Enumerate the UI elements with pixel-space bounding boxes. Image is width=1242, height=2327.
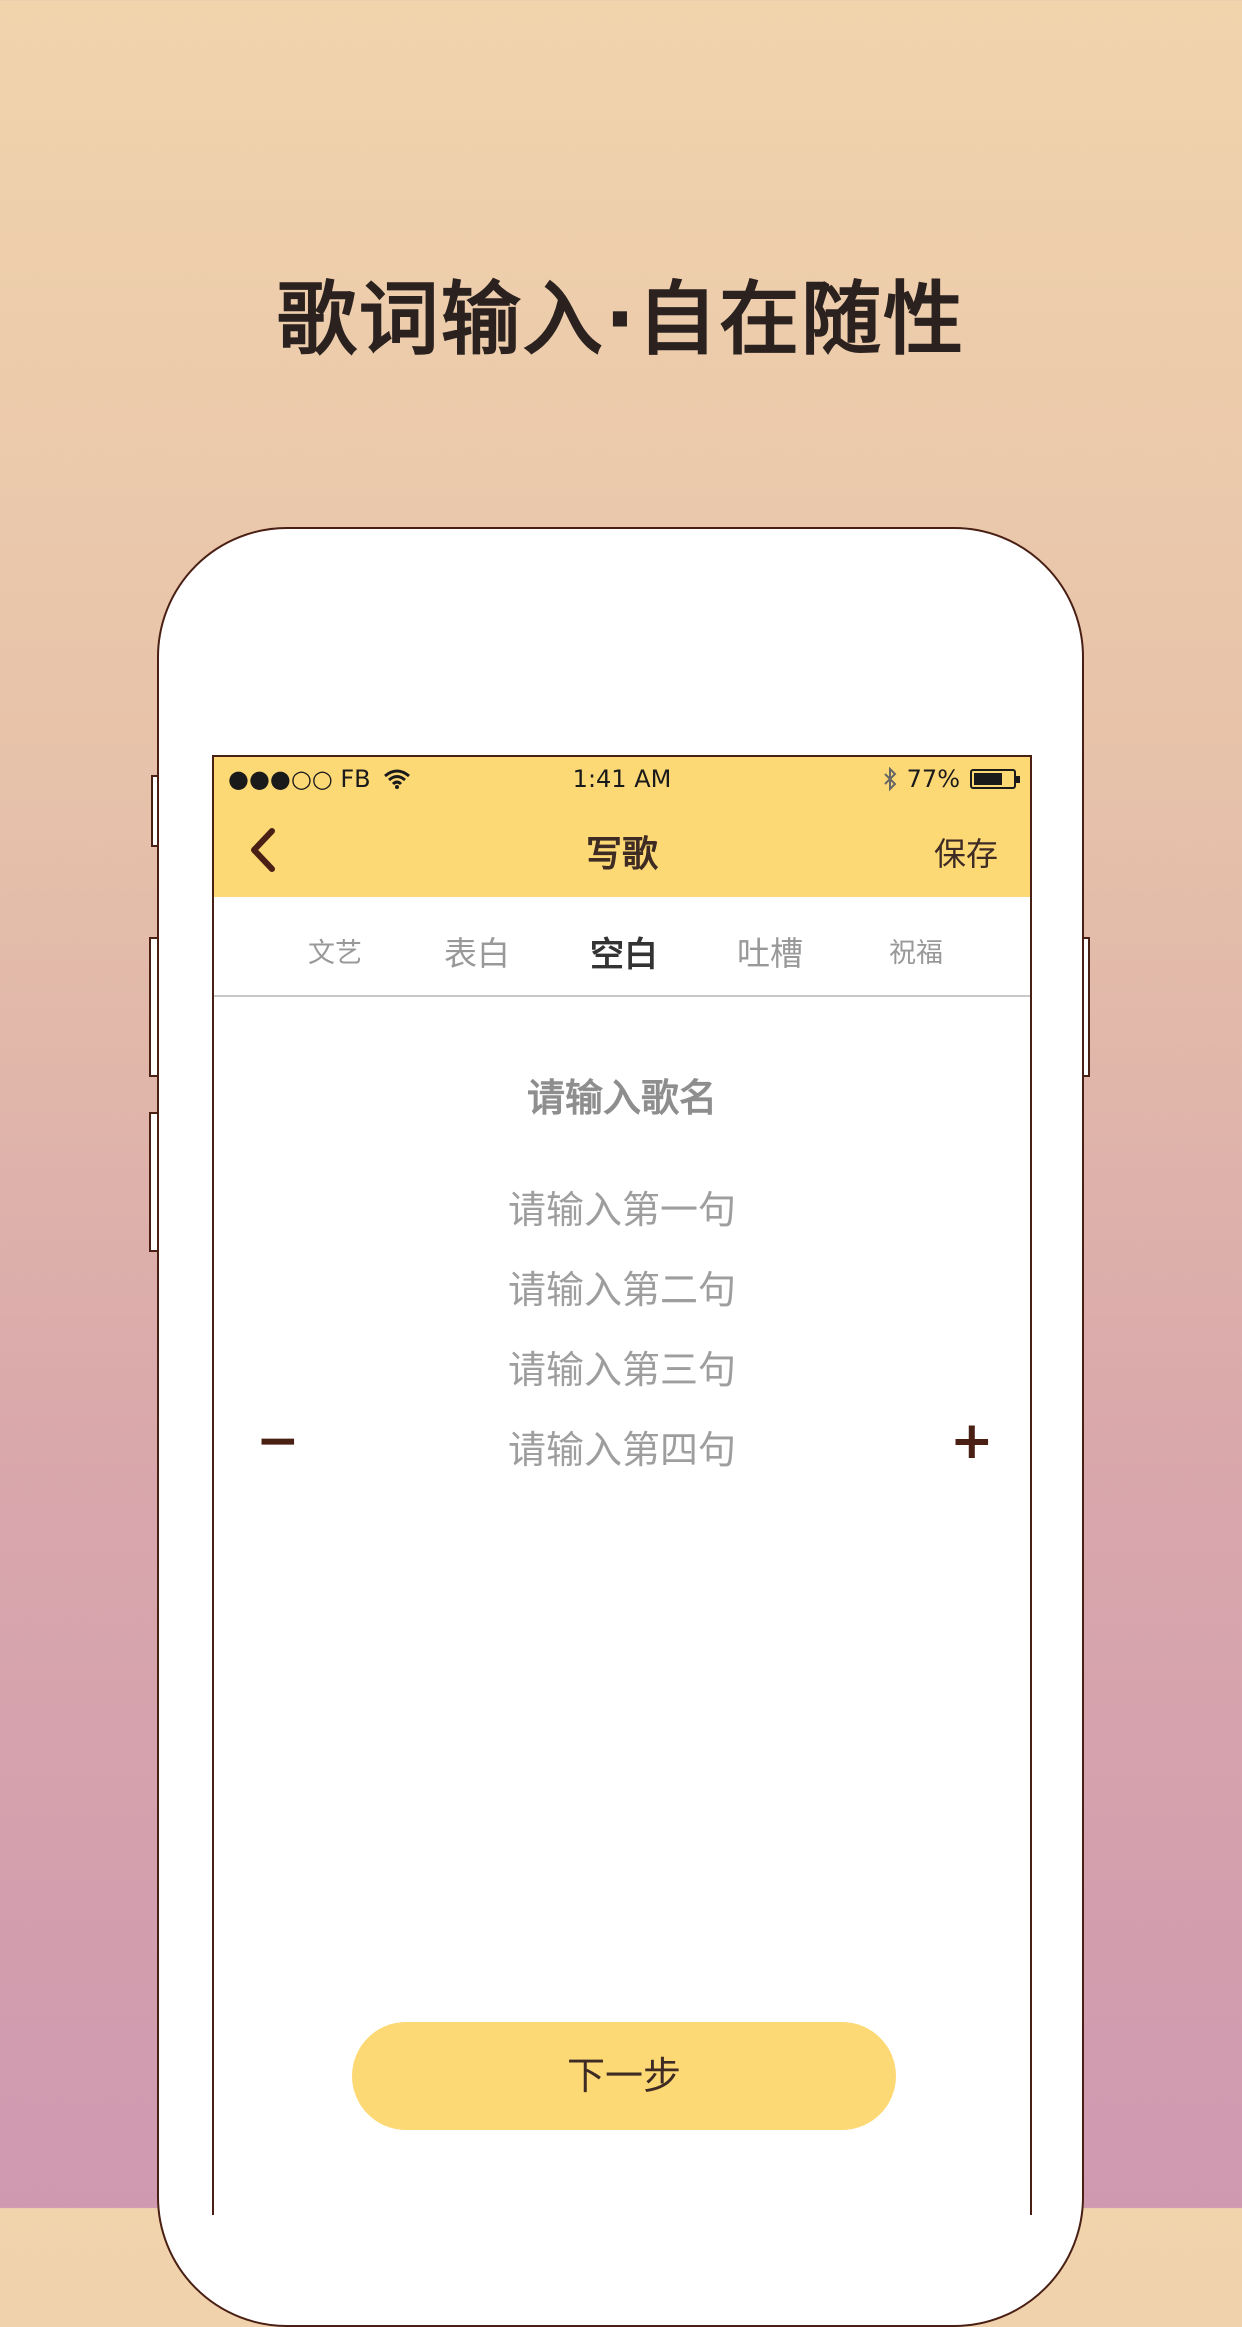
next-step-button[interactable]: 下一步	[352, 2022, 896, 2130]
lyric-line-3-input[interactable]: 请输入第三句	[214, 1339, 1030, 1394]
lyric-line-1-input[interactable]: 请输入第一句	[214, 1179, 1030, 1234]
tab-biaobai[interactable]: 表白	[444, 927, 510, 975]
battery-icon	[970, 769, 1020, 789]
status-bar: ●●●○○ FB 1:41 AM 77%	[214, 757, 1030, 803]
lyric-line-2-input[interactable]: 请输入第二句	[214, 1259, 1030, 1314]
add-line-button[interactable]: +	[950, 1415, 994, 1467]
save-button[interactable]: 保存	[934, 829, 998, 875]
tab-wenyi[interactable]: 文艺	[308, 931, 362, 970]
battery-percent: 77%	[906, 765, 960, 793]
song-name-input[interactable]: 请输入歌名	[214, 1067, 1030, 1122]
nav-bar: 写歌 保存	[214, 803, 1030, 897]
category-tabs: 文艺 表白 空白 吐槽 祝福	[214, 897, 1030, 997]
tab-zhufu[interactable]: 祝福	[889, 931, 943, 970]
lyric-line-4-input[interactable]: 请输入第四句	[214, 1419, 1030, 1474]
promo-headline: 歌词输入·自在随性	[276, 273, 966, 366]
page-title: 写歌	[585, 834, 658, 875]
app-screen: ●●●○○ FB 1:41 AM 77% 写歌 保存 文艺 表白 空白 吐槽 祝…	[212, 755, 1032, 2215]
phone-volume-down	[149, 1112, 157, 1252]
remove-line-button[interactable]: −	[256, 1415, 300, 1467]
bluetooth-icon	[883, 767, 897, 791]
tab-tucao[interactable]: 吐槽	[737, 927, 803, 975]
tab-kongbai[interactable]: 空白	[590, 927, 658, 976]
phone-volume-up	[149, 937, 157, 1077]
